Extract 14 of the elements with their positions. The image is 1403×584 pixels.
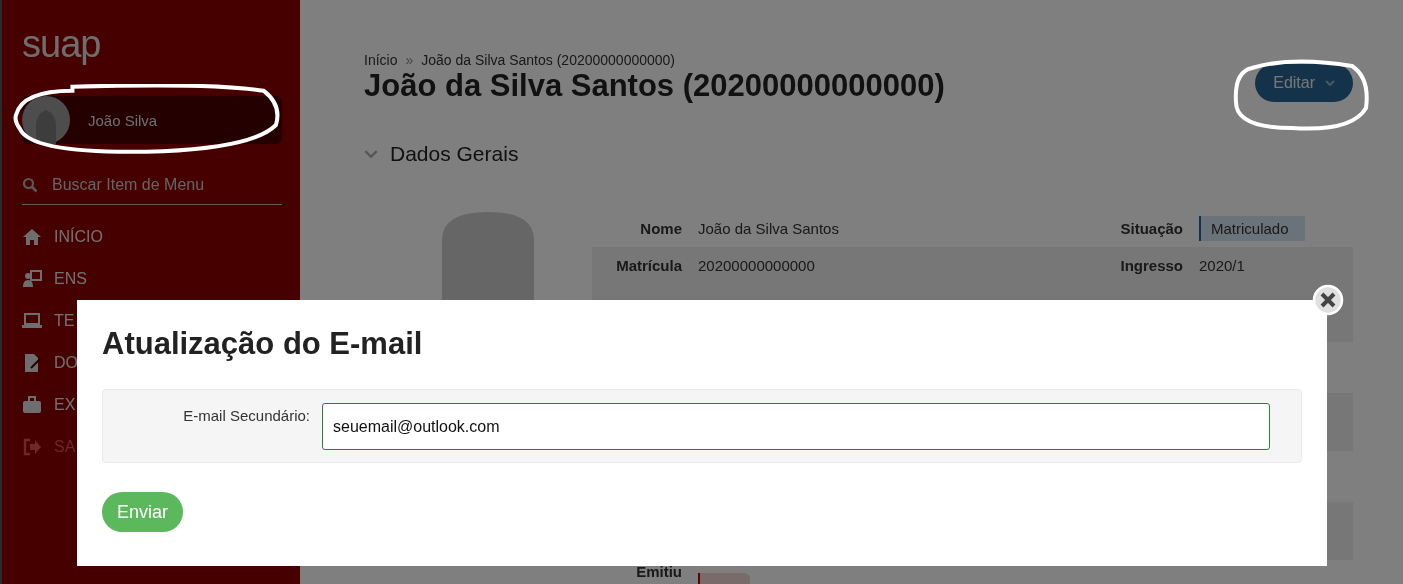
field-value: 20200000000000 — [698, 257, 816, 274]
field-label: Ingresso — [1119, 257, 1183, 274]
field-label: Nome — [639, 220, 682, 237]
field-label: E-mail Secundário: — [182, 406, 310, 424]
field-label: Situação — [1119, 220, 1183, 237]
dialog-title: Atualização do E-mail — [102, 326, 424, 362]
page-title: João da Silva Santos (20200000000000) — [364, 68, 945, 104]
field-value: João da Silva Santos — [698, 220, 840, 237]
breadcrumb-separator: » — [405, 52, 414, 68]
logo: suap — [22, 22, 102, 67]
field-label: Matrícula — [615, 257, 682, 274]
field-label: Emitiu — [635, 563, 682, 580]
status-badge: Matriculado — [1199, 216, 1305, 241]
field-value: 2020/1 — [1199, 257, 1246, 274]
